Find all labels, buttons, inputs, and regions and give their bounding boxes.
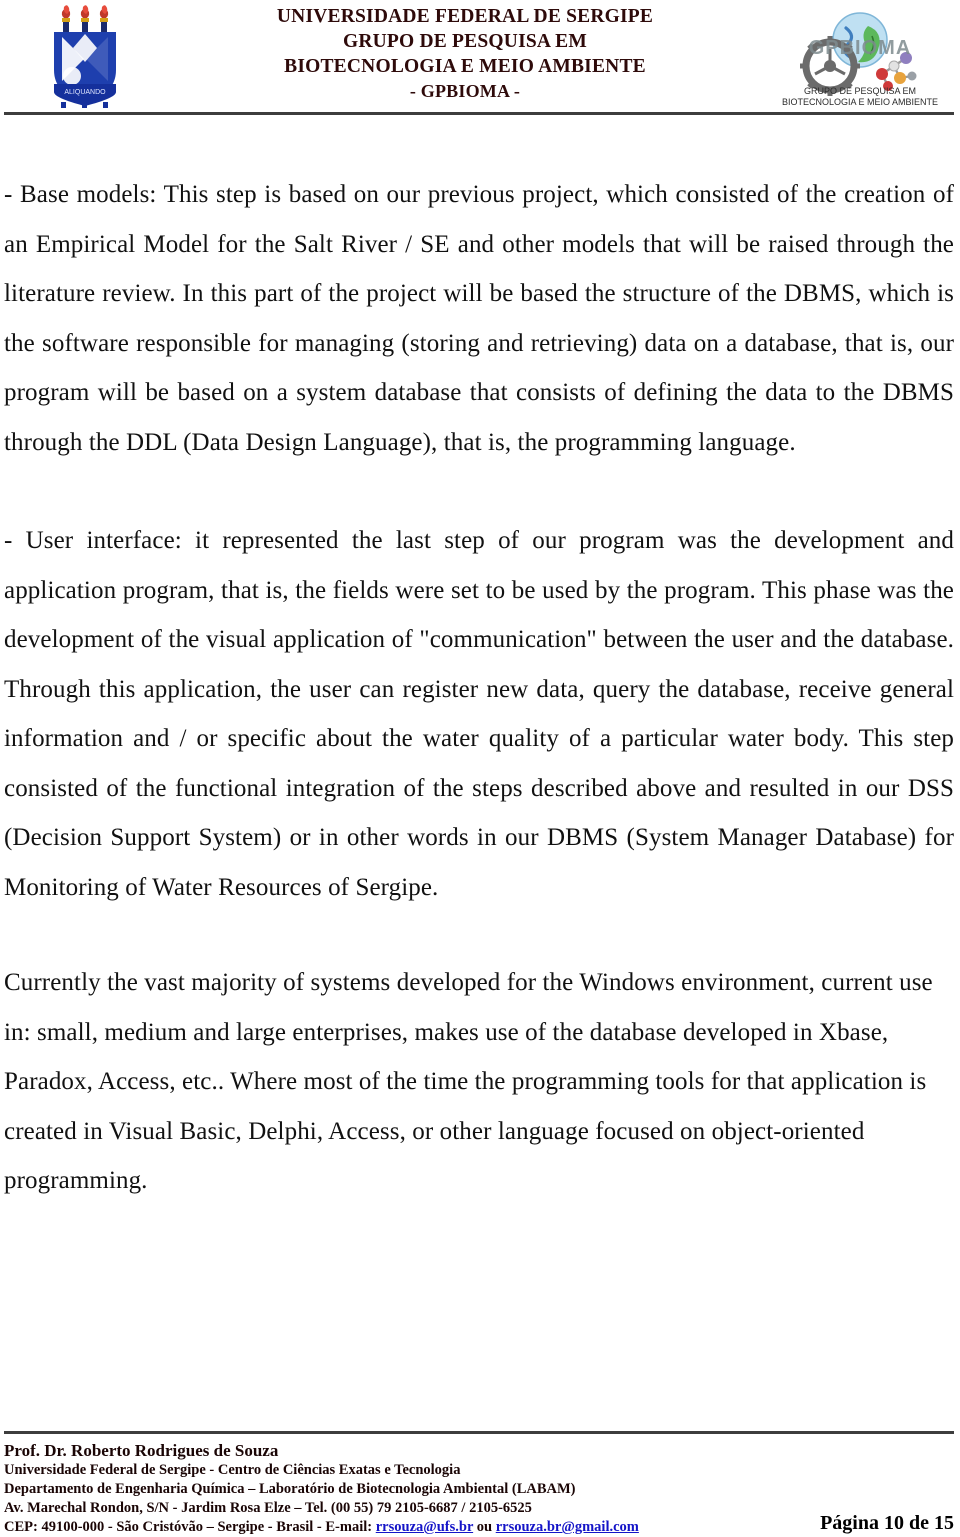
header-title-block: UNIVERSIDADE FEDERAL DE SERGIPE GRUPO DE…: [170, 0, 760, 103]
header-divider: [4, 112, 954, 115]
gpbioma-caption-line-2: BIOTECNOLOGIA E MEIO AMBIENTE: [782, 97, 938, 107]
document-body: - Base models: This step is based on our…: [4, 170, 954, 1206]
footer-email-line: CEP: 49100-000 - São Cristóvão – Sergipe…: [4, 1518, 744, 1537]
footer-email-prefix: CEP: 49100-000 - São Cristóvão – Sergipe…: [4, 1519, 376, 1535]
footer-author-name: Prof. Dr. Roberto Rodrigues de Souza: [4, 1441, 279, 1460]
svg-text:ALIQUANDO: ALIQUANDO: [64, 89, 106, 96]
footer-email-separator: ou: [473, 1519, 496, 1535]
footer-institution: Universidade Federal de Sergipe - Centro…: [4, 1462, 461, 1478]
ufs-coat-of-arms-logo: ALIQUANDO: [0, 0, 170, 110]
footer-contact-block: Prof. Dr. Roberto Rodrigues de Souza Uni…: [4, 1440, 744, 1537]
header-title-line-3: BIOTECNOLOGIA E MEIO AMBIENTE: [284, 56, 646, 77]
page-number: Página 10 de 15: [820, 1512, 954, 1534]
header-title-line-1: UNIVERSIDADE FEDERAL DE SERGIPE: [276, 6, 654, 27]
gpbioma-wordmark: GPBIOMA: [809, 37, 912, 59]
paragraph-user-interface: - User interface: it represented the las…: [4, 527, 954, 901]
header-title-line-2: GRUPO DE PESQUISA EM: [343, 31, 587, 52]
ufs-coat-of-arms-icon: ALIQUANDO: [54, 5, 116, 108]
paragraph-base-models: - Base models: This step is based on our…: [4, 181, 954, 456]
gpbioma-caption-line-1: GRUPO DE PESQUISA EM: [804, 86, 916, 96]
gpbioma-logo-icon: GPBIOMA GRUPO DE PESQUISA EM BIOTECNOLOG…: [782, 12, 938, 107]
paragraph-current-systems: Currently the vast majority of systems d…: [4, 969, 933, 1194]
gpbioma-logo: GPBIOMA GRUPO DE PESQUISA EM BIOTECNOLOG…: [760, 0, 960, 110]
email-link-ufs[interactable]: rrsouza@ufs.br: [376, 1519, 473, 1535]
page-footer: Prof. Dr. Roberto Rodrigues de Souza Uni…: [4, 1440, 954, 1537]
page-header: ALIQUANDO UNIVERSIDADE FEDERAL DE SERGIP…: [0, 0, 960, 114]
footer-divider: [4, 1431, 954, 1434]
header-title-line-4: - GPBIOMA -: [409, 81, 521, 101]
email-link-gmail[interactable]: rrsouza.br@gmail.com: [496, 1519, 639, 1535]
footer-department: Departamento de Engenharia Química – Lab…: [4, 1481, 576, 1497]
footer-address: Av. Marechal Rondon, S/N - Jardim Rosa E…: [4, 1500, 532, 1516]
